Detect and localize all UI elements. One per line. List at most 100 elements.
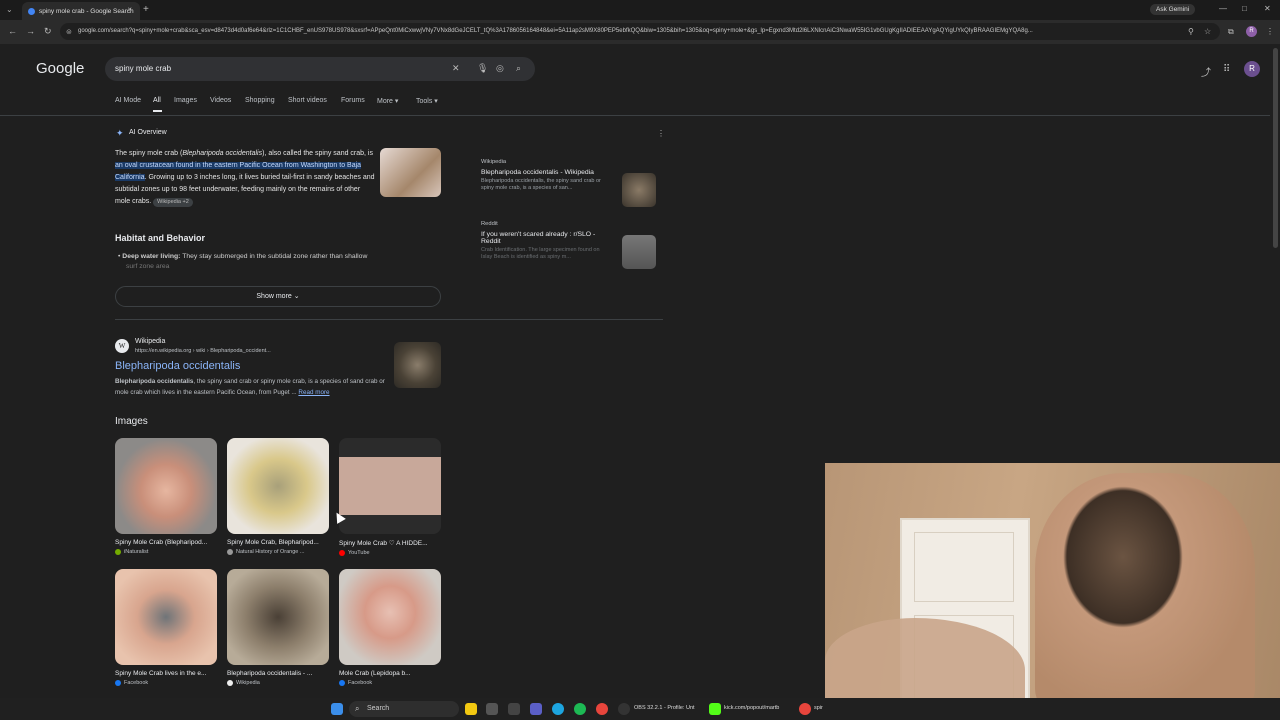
- inaturalist-icon: [115, 549, 121, 555]
- google-logo[interactable]: Google: [36, 60, 84, 77]
- image-source: iNaturalist: [115, 549, 218, 555]
- chrome-icon[interactable]: [799, 703, 811, 715]
- tab-short-videos[interactable]: Short videos: [288, 97, 327, 104]
- extensions-icon[interactable]: ⧉: [1228, 27, 1234, 37]
- close-window-icon[interactable]: ✕: [1264, 4, 1271, 13]
- result-thumbnail[interactable]: [394, 342, 441, 388]
- tab-ai-mode[interactable]: AI Mode: [115, 97, 141, 104]
- obs-icon[interactable]: [618, 703, 630, 715]
- site-icon: [227, 549, 233, 555]
- source-label: YouTube: [348, 550, 370, 556]
- profile-avatar[interactable]: R: [1246, 26, 1257, 37]
- image-source: Facebook: [339, 680, 442, 686]
- ai-overview-text: The spiny mole crab (Blepharipoda occide…: [115, 148, 375, 208]
- image-caption[interactable]: Mole Crab (Lepidopa b...: [339, 670, 442, 677]
- tab-tools[interactable]: Tools ▾: [416, 97, 438, 105]
- bullet-text: They stay submerged in the subtidal zone…: [180, 253, 368, 260]
- images-heading: Images: [115, 416, 148, 427]
- tab-all[interactable]: All: [153, 97, 161, 104]
- site-info-icon[interactable]: ⊜: [66, 28, 72, 36]
- image-caption[interactable]: Spiny Mole Crab ♡ A HIDDE...: [339, 539, 442, 547]
- back-icon[interactable]: ←: [8, 26, 17, 36]
- image-caption[interactable]: Spiny Mole Crab, Blepharipod...: [227, 539, 330, 546]
- crab-image[interactable]: [115, 569, 217, 665]
- habitat-bullet: • Deep water living: They stay submerged…: [118, 253, 368, 270]
- image-tile[interactable]: Blepharipoda occidentalis - ... Wikipedi…: [227, 569, 330, 686]
- webcam-overlay: [825, 463, 1280, 708]
- search-icon[interactable]: ⌕: [516, 63, 521, 74]
- voice-search-icon[interactable]: 🎙︎: [477, 63, 488, 74]
- chrome-icon[interactable]: [596, 703, 608, 715]
- image-caption[interactable]: Spiny Mole Crab (Blepharipod...: [115, 539, 218, 546]
- kick-icon[interactable]: [709, 703, 721, 715]
- share-icon[interactable]: ⤴: [1201, 64, 1211, 79]
- reload-icon[interactable]: ↻: [44, 26, 52, 37]
- ai-overview-label: AI Overview: [129, 129, 167, 136]
- minimize-icon[interactable]: —: [1219, 4, 1227, 13]
- tab-forums[interactable]: Forums: [341, 97, 365, 104]
- source-card-reddit[interactable]: Reddit If you weren't scared already : r…: [481, 221, 661, 269]
- clear-search-icon[interactable]: ✕: [452, 63, 460, 74]
- image-tile[interactable]: Spiny Mole Crab, Blepharipod... Natural …: [227, 438, 330, 555]
- kick-task-label[interactable]: kick.com/popout/martb: [724, 705, 779, 711]
- image-tile[interactable]: Spiny Mole Crab lives in the e... Facebo…: [115, 569, 218, 686]
- result-title-link[interactable]: Blepharipoda occidentalis: [115, 360, 240, 372]
- crab-image[interactable]: [339, 438, 441, 534]
- menu-icon[interactable]: ⋮: [1266, 27, 1274, 36]
- tab-search-icon[interactable]: ⌄: [6, 5, 13, 14]
- image-caption[interactable]: Blepharipoda occidentalis - ...: [227, 670, 330, 677]
- tab-shopping[interactable]: Shopping: [245, 97, 275, 104]
- section-divider: [115, 319, 663, 320]
- tab-google-search[interactable]: spiny mole crab - Google Search ×: [22, 2, 140, 20]
- windows-start-icon[interactable]: [331, 703, 343, 715]
- new-tab-button[interactable]: +: [143, 4, 149, 15]
- ai-overview-image[interactable]: [380, 148, 441, 197]
- image-caption[interactable]: Spiny Mole Crab lives in the e...: [115, 670, 218, 677]
- chrome-task-label[interactable]: spir: [814, 705, 823, 711]
- spotify-icon[interactable]: [574, 703, 586, 715]
- image-tile[interactable]: Spiny Mole Crab (Blepharipod... iNatural…: [115, 438, 218, 555]
- close-tab-icon[interactable]: ×: [127, 5, 132, 14]
- crab-image[interactable]: [227, 438, 329, 534]
- app-icon[interactable]: [486, 703, 498, 715]
- ask-gemini-button[interactable]: Ask Gemini: [1150, 4, 1196, 15]
- wikipedia-icon: [227, 680, 233, 686]
- source-card-wikipedia[interactable]: Wikipedia Blepharipoda occidentalis - Wi…: [481, 159, 661, 207]
- address-bar[interactable]: google.com/search?q=spiny+mole+crab&sca_…: [60, 23, 1220, 40]
- tab-images[interactable]: Images: [174, 97, 197, 104]
- search-input[interactable]: spiny mole crab: [105, 57, 535, 81]
- tab-more[interactable]: More ▾: [377, 97, 398, 105]
- aio-species: Blepharipoda occidentalis: [182, 150, 263, 157]
- account-avatar[interactable]: R: [1244, 61, 1260, 77]
- apps-grid-icon[interactable]: ⠿: [1223, 64, 1230, 75]
- maximize-icon[interactable]: □: [1242, 4, 1247, 13]
- result-url[interactable]: https://en.wikipedia.org › wiki › Blepha…: [135, 348, 271, 354]
- scrollbar[interactable]: [1273, 48, 1278, 248]
- source-chip[interactable]: Wikipedia +2: [153, 198, 193, 207]
- result-site-name[interactable]: Wikipedia: [135, 338, 165, 345]
- image-tile[interactable]: Mole Crab (Lepidopa b... Facebook: [339, 569, 442, 686]
- tab-videos[interactable]: Videos: [210, 97, 231, 104]
- show-more-button[interactable]: Show more ⌄: [115, 286, 441, 307]
- forward-icon[interactable]: →: [26, 26, 35, 36]
- source-label: Facebook: [348, 680, 373, 686]
- app-icon[interactable]: [508, 703, 520, 715]
- ai-overview-menu-icon[interactable]: ⋮: [657, 129, 665, 138]
- taskbar-search[interactable]: Search: [349, 701, 459, 717]
- image-tile[interactable]: Spiny Mole Crab ♡ A HIDDE... YouTube: [339, 438, 442, 556]
- source-title[interactable]: Blepharipoda occidentalis - Wikipedia: [481, 169, 611, 176]
- teams-icon[interactable]: [530, 703, 542, 715]
- crab-image[interactable]: [227, 569, 329, 665]
- file-explorer-icon[interactable]: [465, 703, 477, 715]
- location-icon[interactable]: ⚲: [1188, 27, 1194, 36]
- crab-image[interactable]: [115, 438, 217, 534]
- read-more-link[interactable]: Read more: [298, 389, 329, 396]
- aio-text-b: ), also called the spiny sand crab, is: [262, 150, 373, 157]
- edge-icon[interactable]: [552, 703, 564, 715]
- crab-image[interactable]: [339, 569, 441, 665]
- source-title[interactable]: If you weren't scared already : r/SLO - …: [481, 231, 611, 245]
- webcam-person: [1035, 473, 1255, 708]
- lens-search-icon[interactable]: ◎: [496, 63, 504, 74]
- bookmark-star-icon[interactable]: ☆: [1204, 27, 1211, 36]
- obs-task-label[interactable]: OBS 32.2.1 - Profile: Unt: [634, 705, 695, 711]
